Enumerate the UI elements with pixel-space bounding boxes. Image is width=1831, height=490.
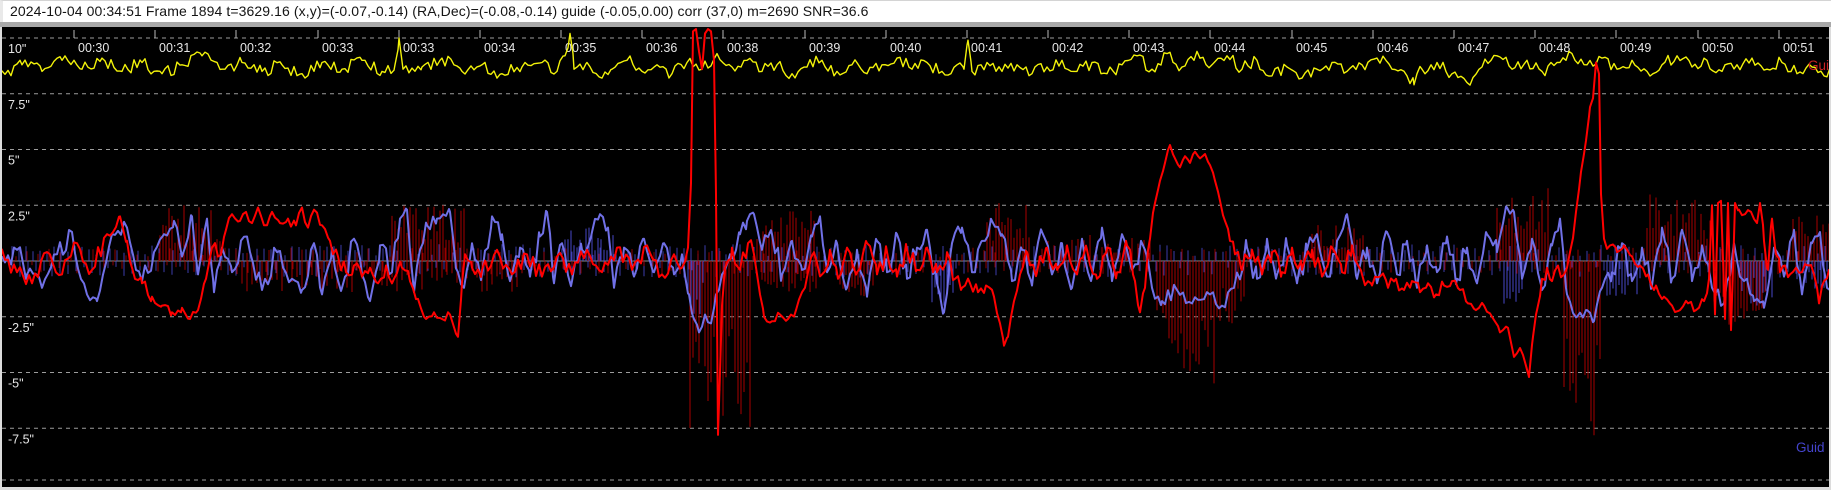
dec-correction-pulses bbox=[1503, 261, 1523, 304]
x-tick-label: 00:32 bbox=[240, 41, 271, 55]
x-tick-label: 00:45 bbox=[1296, 41, 1327, 55]
ra-correction-pulses bbox=[1156, 261, 1218, 384]
ra-correction-pulses bbox=[1563, 261, 1601, 404]
x-tick-label: 00:48 bbox=[1539, 41, 1570, 55]
ra-correction-pulses bbox=[986, 203, 1030, 261]
x-tick-label: 00:40 bbox=[890, 41, 921, 55]
x-tick-label: 00:33 bbox=[403, 41, 434, 55]
y-tick-label: 10" bbox=[8, 42, 26, 56]
x-tick-label: 00:42 bbox=[1052, 41, 1083, 55]
x-tick-label: 00:43 bbox=[1133, 41, 1164, 55]
x-tick-label: 00:35 bbox=[565, 41, 596, 55]
x-tick-label: 00:41 bbox=[971, 41, 1002, 55]
x-tick-label: 00:47 bbox=[1458, 41, 1489, 55]
chart-frame: 00:30 00:31 00:32 00:33 00:33 00:34 00:35 00:36… bbox=[0, 27, 1831, 490]
x-tick-label: 00:33 bbox=[322, 41, 353, 55]
x-tick-label: 00:46 bbox=[1377, 41, 1408, 55]
y-tick-label: -5" bbox=[8, 377, 24, 391]
status-text: 2024-10-04 00:34:51 Frame 1894 t=3629.16… bbox=[10, 3, 869, 19]
y-tick-label: 2.5" bbox=[8, 209, 30, 223]
x-tick-label: 00:34 bbox=[484, 41, 515, 55]
y-tick-label: 5" bbox=[8, 154, 19, 168]
y-tick-label: 7.5" bbox=[8, 98, 30, 112]
x-tick-label: 00:49 bbox=[1620, 41, 1651, 55]
x-tick-label: 00:39 bbox=[809, 41, 840, 55]
guide-graph-window: 2024-10-04 00:34:51 Frame 1894 t=3629.16… bbox=[0, 0, 1831, 490]
legend-bottom-right: Guid bbox=[1796, 440, 1825, 455]
y-tick-label: -7.5" bbox=[8, 432, 34, 446]
ra-correction-pulses bbox=[1496, 188, 1549, 261]
x-tick-label: 00:38 bbox=[727, 41, 758, 55]
ra-correction-pulses bbox=[1216, 261, 1245, 324]
x-tick-label: 00:51 bbox=[1783, 41, 1814, 55]
legend-top-right: Guid bbox=[1808, 58, 1829, 73]
x-tick-label: 00:50 bbox=[1702, 41, 1733, 55]
y-tick-label: -2.5" bbox=[8, 321, 34, 335]
x-tick-label: 00:44 bbox=[1214, 41, 1245, 55]
x-tick-label: 00:31 bbox=[159, 41, 190, 55]
ra-correction-pulses bbox=[1587, 261, 1598, 436]
guide-graph-canvas: 00:30 00:31 00:32 00:33 00:33 00:34 00:35 00:36… bbox=[2, 27, 1829, 487]
status-bar: 2024-10-04 00:34:51 Frame 1894 t=3629.16… bbox=[0, 0, 1831, 22]
x-tick-label: 00:36 bbox=[646, 41, 677, 55]
x-tick-label: 00:30 bbox=[78, 41, 109, 55]
